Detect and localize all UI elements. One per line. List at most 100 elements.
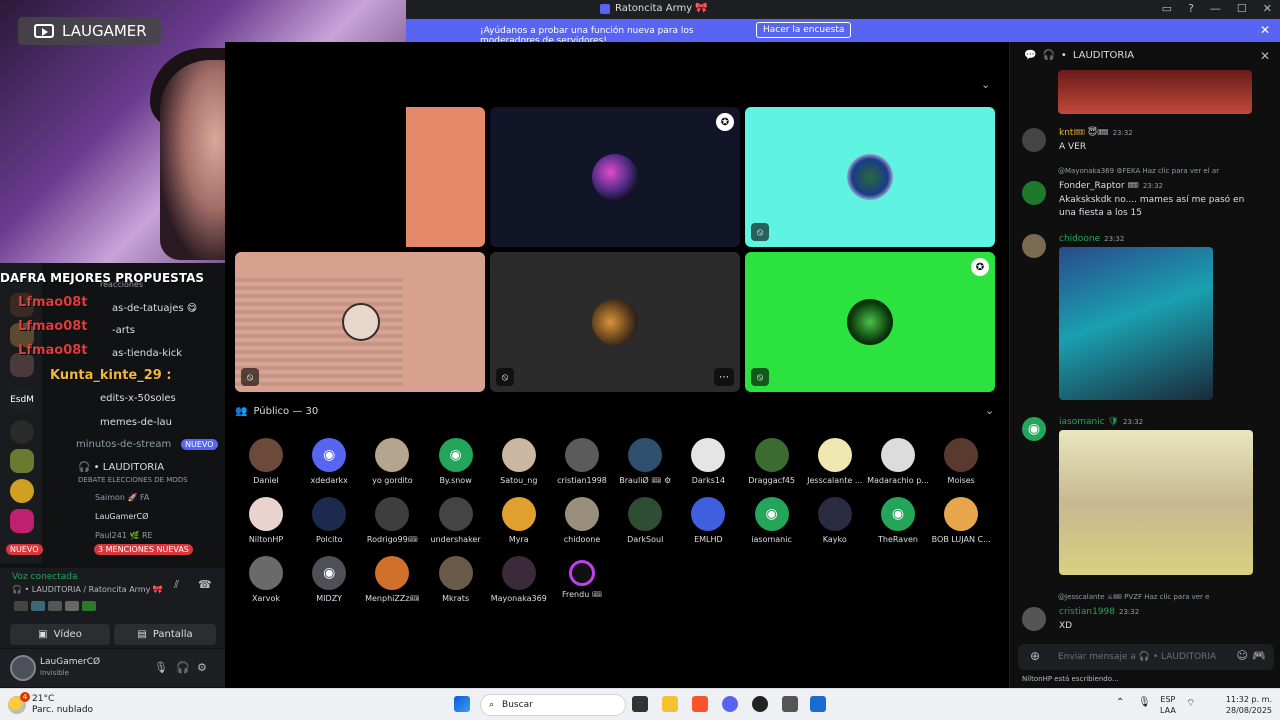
audience-member[interactable]: BrauliØ 🎟 ⚙ [612, 438, 678, 485]
audience-member[interactable]: yo gordito [359, 438, 425, 485]
speaker-tile[interactable]: ✪ [490, 107, 740, 247]
close-chat-icon[interactable]: ✕ [1260, 49, 1270, 63]
activity-icon[interactable] [82, 601, 96, 611]
inbox-icon[interactable]: ▭ [1162, 2, 1172, 15]
collapse-chevron-icon[interactable]: ⌄ [981, 78, 990, 91]
channel-item[interactable]: as-tienda-kick [112, 348, 182, 359]
calculator-icon[interactable] [782, 696, 798, 712]
activity-icon[interactable] [14, 601, 28, 611]
audience-member[interactable]: undershaker [423, 497, 489, 544]
user-name[interactable]: LauGamerCØ [40, 657, 100, 667]
mentions-pill[interactable]: 3 MENCIONES NUEVAS [94, 544, 193, 555]
speaker-tile[interactable]: ⦸ ⋯ [490, 252, 740, 392]
help-icon[interactable]: ? [1188, 2, 1194, 15]
audience-member[interactable]: ◉ xdedarkx [296, 438, 362, 485]
message-input[interactable]: ⊕ Enviar mensaje a 🎧 • LAUDITORIA ☺ 🎮 [1018, 644, 1274, 670]
audience-member[interactable]: Mkrats [423, 556, 489, 603]
message-avatar[interactable] [1022, 234, 1046, 258]
audience-member[interactable]: ◉ MIDZY [296, 556, 362, 603]
author-name[interactable]: chidoone [1059, 234, 1100, 244]
message-author[interactable]: chidoone 23:32 [1059, 234, 1124, 244]
audience-member[interactable]: chidoone [549, 497, 615, 544]
author-name[interactable]: Fonder_Raptor 🎟 [1059, 181, 1139, 191]
server-icon[interactable] [10, 479, 34, 503]
audience-member[interactable]: Daniel [233, 438, 299, 485]
author-name[interactable]: cristian1998 [1059, 607, 1115, 617]
add-attachment-icon[interactable]: ⊕ [1030, 649, 1040, 663]
audience-member[interactable]: DarkSoul [612, 497, 678, 544]
image-attachment[interactable] [1059, 247, 1213, 400]
app-icon[interactable] [810, 696, 826, 712]
close-window-button[interactable]: ✕ [1263, 2, 1272, 15]
image-attachment[interactable] [1059, 430, 1253, 575]
server-icon[interactable] [10, 509, 34, 533]
audience-member[interactable]: Myra [486, 497, 552, 544]
speaker-tile[interactable]: ⦸ [235, 252, 485, 392]
voice-member[interactable]: Paul241 🌿 RE [95, 531, 153, 540]
message-author[interactable]: iasomanic 🛡 23:32 [1059, 417, 1143, 427]
audience-chevron-icon[interactable]: ⌄ [985, 404, 994, 417]
author-name[interactable]: knt🎟 [1059, 128, 1085, 138]
audience-member[interactable]: Jesscalante ... [802, 438, 868, 485]
message-avatar[interactable]: ◉ [1022, 417, 1046, 441]
video-button[interactable]: ▣ Vídeo [10, 624, 110, 645]
audience-member[interactable]: NiltonHP [233, 497, 299, 544]
audience-member[interactable]: EMLHD [675, 497, 741, 544]
audience-member[interactable]: Satou_ng [486, 438, 552, 485]
speaker-tile[interactable] [406, 107, 485, 247]
survey-button[interactable]: Hacer la encuesta [756, 22, 852, 38]
audience-member[interactable]: Moises [928, 438, 994, 485]
activity-icon[interactable] [48, 601, 62, 611]
image-attachment[interactable] [1058, 70, 1252, 114]
voice-channel-lauditoria[interactable]: 🎧 • LAUDITORIA [78, 462, 164, 473]
voice-member[interactable]: Saimon 🚀 FA [95, 493, 149, 502]
brave-browser-icon[interactable] [692, 696, 708, 712]
activity-icon[interactable] [31, 601, 45, 611]
audience-member[interactable]: BOB LUJAN C... [928, 497, 994, 544]
voice-member[interactable]: LauGamerCØ [95, 512, 148, 521]
author-name[interactable]: iasomanic 🛡 [1059, 417, 1119, 427]
message-author[interactable]: Fonder_Raptor 🎟 23:32 [1059, 181, 1163, 191]
audience-member[interactable]: ◉ TheRaven [865, 497, 931, 544]
headphones-icon[interactable]: 🎧 [176, 661, 190, 674]
new-pill[interactable]: NUEVO [6, 544, 43, 555]
windows-start-icon[interactable] [454, 696, 470, 712]
disconnect-icon[interactable]: ☎ [198, 578, 212, 591]
gear-icon[interactable]: ⚙ [197, 661, 207, 674]
channel-edits[interactable]: edits-x-50soles [100, 393, 176, 404]
audience-member[interactable]: Madarachio p... [865, 438, 931, 485]
audience-member[interactable]: cristian1998 [549, 438, 615, 485]
banner-close-icon[interactable]: ✕ [1260, 23, 1270, 37]
message-author[interactable]: cristian1998 23:32 [1059, 607, 1139, 617]
minimize-button[interactable]: — [1210, 2, 1221, 15]
maximize-button[interactable]: ☐ [1237, 2, 1247, 15]
audience-member[interactable]: ◉ iasomanic [739, 497, 805, 544]
channel-item[interactable]: as-de-tatuajes 😋 [112, 303, 197, 314]
server-icon[interactable] [10, 449, 34, 473]
avatar[interactable] [10, 655, 36, 681]
file-explorer-icon[interactable] [662, 696, 678, 712]
channel-item[interactable]: -arts [112, 325, 135, 336]
message-avatar[interactable] [1022, 181, 1046, 205]
message-avatar[interactable] [1022, 607, 1046, 631]
audience-member[interactable]: Xarvok [233, 556, 299, 603]
audience-member[interactable]: Frendu 🎟 [549, 556, 615, 599]
tray-chevron-icon[interactable]: ⌃ [1116, 697, 1124, 708]
obs-icon[interactable] [752, 696, 768, 712]
emoji-icon[interactable]: ☺ [1237, 649, 1248, 662]
reply-preview[interactable]: @Jesscalante ⚔🎟 PVZF Haz clic para ver e [1058, 593, 1209, 601]
audience-member[interactable]: Mayonaka369 [486, 556, 552, 603]
taskbar-search[interactable]: ⌕ Buscar [480, 694, 626, 716]
language-indicator[interactable]: ESP LAA [1160, 694, 1176, 716]
audience-member[interactable]: Darks14 [675, 438, 741, 485]
audience-member[interactable]: ◉ By.snow [423, 438, 489, 485]
speaker-tile[interactable]: ⦸ [745, 107, 995, 247]
gamepad-icon[interactable]: 🎮 [1252, 649, 1266, 662]
task-view-icon[interactable] [632, 696, 648, 712]
server-esdm[interactable]: EsdM [10, 388, 34, 412]
screen-share-button[interactable]: ▤ Pantalla [114, 624, 216, 645]
activity-icon[interactable] [65, 601, 79, 611]
audience-member[interactable]: Kayko [802, 497, 868, 544]
more-options-icon[interactable]: ⋯ [714, 368, 734, 386]
reply-preview[interactable]: @Mayonaka369 ⚙FEKA Haz clic para ver el … [1058, 167, 1219, 175]
